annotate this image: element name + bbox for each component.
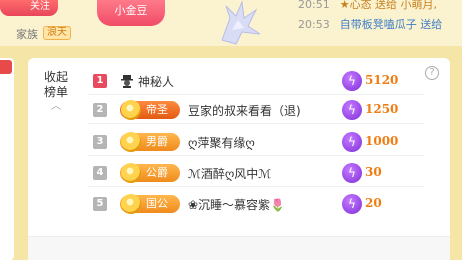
lightning-icon: ϟ (342, 71, 362, 91)
family-tag[interactable]: 浪天 (43, 26, 71, 40)
rank-number: 5 (93, 197, 107, 211)
panel-footer (28, 236, 450, 260)
rank-number: 1 (93, 74, 107, 88)
collapse-ranking-button[interactable]: 收起 榜单 ︿ (41, 70, 71, 112)
chevron-up-icon: ︿ (51, 101, 61, 112)
score: 1000 (365, 134, 399, 148)
username: ღ萍聚有缘ღ (188, 136, 255, 150)
noble-badge: 男爵 (120, 132, 180, 152)
lightning-icon: ϟ (342, 194, 362, 214)
ranking-row[interactable]: 5 国公 ❀沉睡～慕容紫🌷 ϟ 20 (88, 191, 424, 217)
score: 5120 (365, 73, 399, 87)
rank-number: 4 (93, 166, 107, 180)
medal-icon (121, 163, 141, 183)
top-bar: 关注 小金豆 家族 浪天 20:51 ★心态 送给 小萌月, 20:53 自带板凳嗑… (0, 0, 462, 46)
medal-icon (121, 194, 141, 214)
username: 豆家的叔来看看（退) (188, 104, 301, 118)
lightning-icon: ϟ (342, 163, 362, 183)
chat-line: 20:51 ★心态 送给 小萌月, (298, 0, 438, 11)
chat-line: 20:53 自带板凳嗑瓜子 送给 (298, 18, 443, 31)
score: 20 (365, 196, 382, 210)
username: 神秘人 (138, 75, 175, 89)
ranking-row[interactable]: 2 帝圣 豆家的叔来看看（退) ϟ 1250 (88, 97, 424, 123)
follow-button[interactable]: 关注 (0, 0, 58, 16)
rank-number: 2 (93, 103, 107, 117)
collapse-label: 收起 榜单 (43, 70, 68, 99)
coin-button[interactable]: 小金豆 (97, 0, 165, 26)
gift-animation-icon (221, 0, 261, 45)
username: ℳ酒醉ღ风中ℳ (188, 167, 272, 181)
username: ❀沉睡～慕容紫🌷 (188, 198, 285, 212)
score: 1250 (365, 102, 399, 116)
medal-icon (121, 132, 141, 152)
noble-badge: 国公 (120, 194, 180, 214)
ranking-row[interactable]: 1 神秘人 ϟ 5120 (88, 68, 424, 94)
mystery-user-icon (121, 75, 133, 88)
side-panel-edge (0, 58, 14, 260)
noble-badge: 帝圣 (120, 100, 180, 120)
help-icon[interactable]: ? (425, 66, 439, 80)
rank-number: 3 (93, 135, 107, 149)
ranking-row[interactable]: 4 公爵 ℳ酒醉ღ风中ℳ ϟ 30 (88, 160, 424, 186)
score: 30 (365, 165, 382, 179)
lightning-icon: ϟ (342, 132, 362, 152)
lightning-icon: ϟ (342, 100, 362, 120)
family-label: 家族 (16, 28, 38, 41)
ranking-row[interactable]: 3 男爵 ღ萍聚有缘ღ ϟ 1000 (88, 129, 424, 155)
contribution-ranking-panel: 收起 榜单 ︿ ? 1 神秘人 ϟ 5120 2 帝圣 豆家的叔来看看（退) ϟ… (28, 58, 450, 260)
noble-badge: 公爵 (120, 163, 180, 183)
medal-icon (121, 100, 141, 120)
